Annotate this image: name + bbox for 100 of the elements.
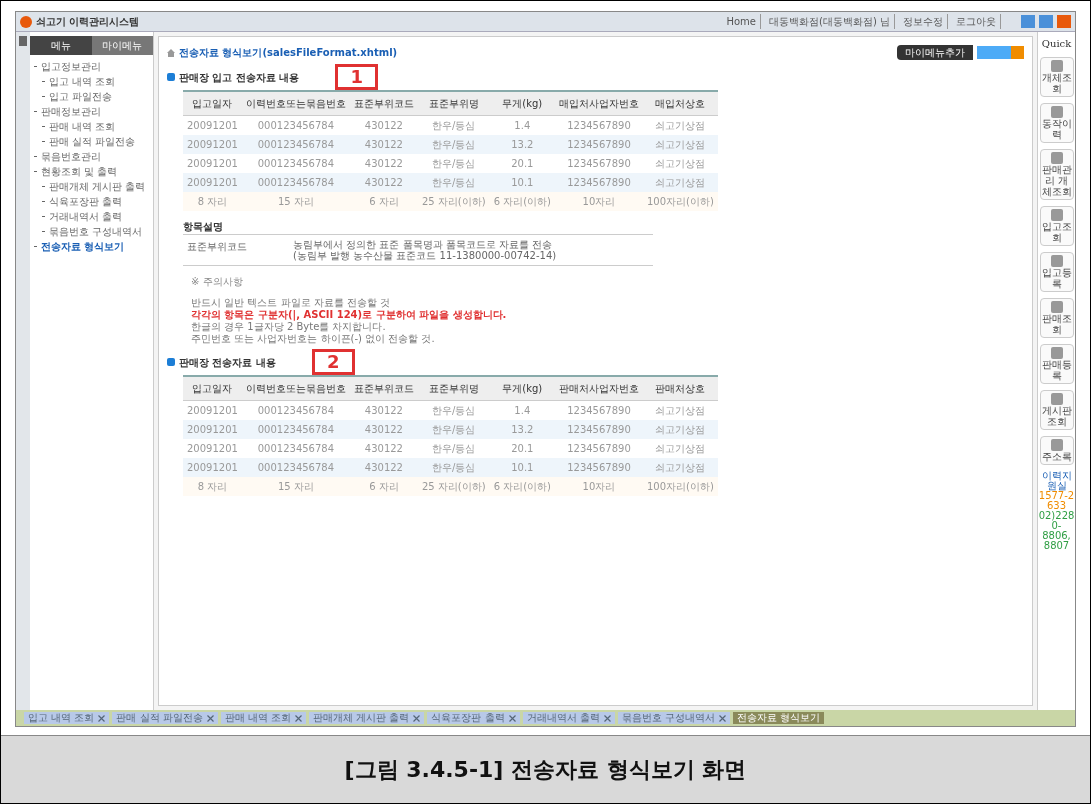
note-text: 반드시 일반 텍스트 파일로 자료를 전송할 것: [191, 297, 392, 309]
column-header: 표준부위코드: [349, 91, 418, 116]
quick-menu-item[interactable]: 판매등록: [1039, 344, 1074, 384]
sidebar-item[interactable]: 묶음번호관리: [34, 149, 153, 164]
table-cell: 20.1: [489, 154, 555, 173]
table-cell: 430122: [349, 135, 418, 154]
section-bullet-icon: [167, 73, 175, 81]
quick-menu-item[interactable]: 입고조회: [1039, 206, 1074, 246]
table-cell: 20091201: [183, 154, 242, 173]
home-icon: [167, 48, 175, 57]
table-cell: 000123456784: [241, 154, 350, 173]
quick-menu-item[interactable]: 개체조회: [1039, 57, 1074, 97]
table-cell: 1234567890: [554, 173, 643, 192]
close-icon[interactable]: [295, 714, 303, 722]
quick-menu-item[interactable]: 동작이력: [1039, 103, 1074, 143]
table-cell: 25 자리(이하): [417, 192, 490, 211]
table-cell: 1234567890: [554, 420, 643, 439]
close-icon[interactable]: [603, 714, 611, 722]
close-icon[interactable]: [98, 714, 106, 722]
table-cell: 8 자리: [183, 477, 242, 496]
sidebar-item[interactable]: 입고 내역 조회: [42, 74, 153, 89]
column-header: 판매처상호: [642, 376, 718, 401]
sidebar-item[interactable]: 식육포장판 출력: [42, 194, 153, 209]
bottom-tab[interactable]: 판매개체 게시판 출력: [309, 712, 425, 724]
sidebar-tab[interactable]: 메뉴: [30, 36, 92, 55]
table-cell: 10.1: [489, 173, 555, 192]
bottom-tab[interactable]: 입고 내역 조회: [24, 712, 110, 724]
header-link[interactable]: Home: [722, 14, 761, 29]
quick-icon: [1050, 60, 1063, 72]
quick-icon: [1050, 106, 1063, 118]
quick-menu-item[interactable]: 판매관리 개체조회: [1039, 149, 1074, 200]
sidebar-item[interactable]: 현황조회 및 출력: [34, 164, 153, 179]
close-icon[interactable]: [719, 714, 726, 722]
table-cell: 15 자리: [241, 192, 350, 211]
quick-menu-item[interactable]: 입고등록: [1039, 252, 1074, 292]
quick-menu-item[interactable]: 게시판 조회: [1039, 390, 1074, 430]
table-cell: 한우/등심: [417, 154, 490, 173]
table-cell: 쇠고기상점: [642, 135, 718, 154]
table-cell: 20091201: [183, 420, 242, 439]
table-cell: 100자리(이하): [642, 192, 718, 211]
callout-number: 1: [335, 64, 378, 90]
contact-text: 8806, 8807: [1041, 531, 1072, 551]
column-header: 무게(kg): [489, 376, 555, 401]
sidebar-item[interactable]: 묶음번호 구성내역서: [42, 224, 153, 239]
table-cell: 8 자리: [183, 192, 242, 211]
close-icon[interactable]: [206, 714, 214, 722]
bottom-tab[interactable]: 판매 내역 조회: [220, 712, 307, 724]
table-cell: 20091201: [183, 173, 242, 192]
sidebar-item[interactable]: 전송자료 형식보기: [34, 239, 153, 254]
header-link[interactable]: 대동백화점(대동백화점) 님: [765, 14, 895, 29]
table-cell: 10.1: [489, 458, 555, 477]
table-cell: 쇠고기상점: [642, 439, 718, 458]
table-cell: 15 자리: [241, 477, 350, 496]
close-icon[interactable]: [508, 714, 516, 722]
column-header: 표준부위명: [417, 376, 490, 401]
bottom-tab[interactable]: 전송자료 형식보기: [733, 712, 825, 724]
note-text: 한글의 경우 1글자당 2 Byte를 차지합니다.: [191, 321, 387, 333]
bottom-tab[interactable]: 묶음번호 구성내역서: [617, 712, 730, 724]
header-link[interactable]: 정보수정: [899, 14, 948, 29]
quick-menu-item[interactable]: 주소록: [1039, 436, 1074, 465]
sidebar-item[interactable]: 판매개체 게시판 출력: [42, 179, 153, 194]
sidebar-item[interactable]: 입고정보관리: [34, 59, 153, 74]
table-cell: 쇠고기상점: [642, 173, 718, 192]
table-cell: 430122: [349, 420, 418, 439]
bottom-tab[interactable]: 판매 실적 파일전송: [112, 712, 218, 724]
close-icon[interactable]: [413, 714, 421, 722]
quick-icon: [1050, 301, 1063, 313]
sidebar-item[interactable]: 판매 내역 조회: [42, 119, 153, 134]
column-header: 입고일자: [183, 376, 242, 401]
table-cell: 20091201: [183, 115, 242, 135]
bottom-tab[interactable]: 식육포장판 출력: [427, 712, 520, 724]
bottom-tab[interactable]: 거래내역서 출력: [522, 712, 615, 724]
sidebar-item[interactable]: 입고 파일전송: [42, 89, 153, 104]
notes-title: ※ 주의사항: [191, 275, 244, 289]
sidebar-item[interactable]: 거래내역서 출력: [42, 209, 153, 224]
figure-caption: [그림 3.4.5-1] 전송자료 형식보기 화면: [344, 756, 747, 784]
table-cell: 쇠고기상점: [642, 458, 718, 477]
description-title: 항목설명: [183, 220, 224, 234]
quick-menu-item[interactable]: 판매조회: [1039, 298, 1074, 338]
quick-icon: [1050, 255, 1063, 267]
table-cell: 000123456784: [241, 439, 350, 458]
header-link[interactable]: 로그아웃: [952, 14, 1001, 29]
contact-text: 1577-2633: [1038, 491, 1075, 511]
contact-text: 이력지원실: [1041, 471, 1072, 491]
sidebar-tab[interactable]: 마이메뉴: [91, 36, 153, 55]
sidebar-item[interactable]: 판매 실적 파일전송: [42, 134, 153, 149]
table-cell: 000123456784: [241, 420, 350, 439]
table-cell: 20091201: [183, 458, 242, 477]
sidebar-item[interactable]: 판매정보관리: [34, 104, 153, 119]
table-cell: 13.2: [489, 135, 555, 154]
table-cell: 430122: [349, 173, 418, 192]
add-menu-button[interactable]: 마이메뉴추가: [897, 45, 973, 60]
table-cell: 100자리(이하): [642, 477, 718, 496]
table-cell: 20.1: [489, 439, 555, 458]
column-header: 이력번호또는묶음번호: [241, 376, 350, 401]
column-header: 표준부위명: [417, 91, 490, 116]
section-title: 판매장 입고 전송자료 내용: [179, 70, 300, 85]
quick-icon: [1050, 152, 1063, 164]
table-cell: 한우/등심: [417, 420, 490, 439]
quick-icon: [1050, 209, 1063, 221]
